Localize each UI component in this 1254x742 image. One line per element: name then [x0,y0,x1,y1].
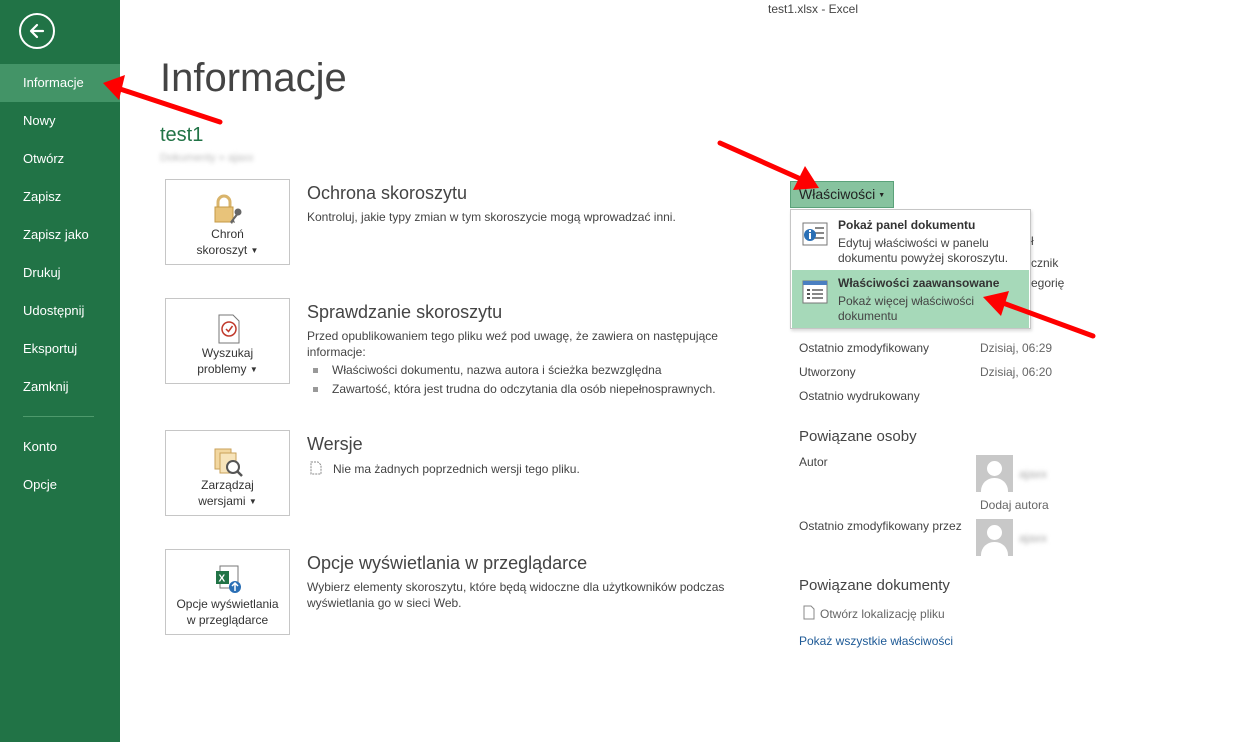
check-issues-label-2: problemy [197,362,247,376]
protect-workbook-button[interactable]: Chroń skoroszyt ▼ [165,179,290,265]
annotation-arrow-icon [103,75,223,125]
last-modified-label: Ostatnio zmodyfikowany [799,341,930,355]
inspect-title: Sprawdzanie skoroszytu [307,302,503,322]
open-file-location-link[interactable]: Otwórz lokalizację pliku [820,607,945,621]
nav-open[interactable]: Otwórz [0,140,120,178]
nav-export[interactable]: Eksportuj [0,330,120,368]
browser-view-label-1: Opcje wyświetlania [176,597,279,611]
nav-close[interactable]: Zamknij [0,368,120,406]
svg-text:X: X [219,574,226,585]
related-documents-heading: Powiązane dokumenty [799,577,950,594]
browser-view-icon: X [216,565,241,593]
document-location: Dokumenty » ajaxx [160,152,254,164]
nav-divider [23,416,94,417]
modified-by-avatar [976,519,1013,556]
versions-title: Wersje [307,434,363,454]
inspect-text: Przed opublikowaniem tego pliku weź pod … [307,329,718,359]
inspect-bullet: Zawartość, która jest trudna do odczytan… [313,382,716,396]
inspect-bullet: Właściwości dokumentu, nazwa autora i śc… [313,363,662,377]
manage-versions-button[interactable]: Zarządzaj wersjami ▼ [165,430,290,516]
modified-by-label: Ostatnio zmodyfikowany przez [799,519,962,533]
browser-view-label-2: w przeglądarce [186,613,269,627]
created-label: Utworzony [799,365,856,379]
protect-title: Ochrona skoroszytu [307,183,468,203]
check-issues-button[interactable]: Wyszukaj problemy ▼ [165,298,290,384]
inspect-bullet-text: Właściwości dokumentu, nazwa autora i śc… [332,363,662,377]
protect-label-1: Chroń [211,227,244,241]
created-value: Dzisiaj, 06:20 [980,365,1053,379]
lock-icon [214,194,242,224]
add-author-link[interactable]: Dodaj autora [980,498,1049,512]
versions-label-2: wersjami [198,494,246,508]
annotation-arrow-icon [717,140,819,190]
back-button[interactable] [19,13,55,49]
versions-icon [214,448,243,477]
document-icon [310,461,322,475]
menu-item-show-document-panel[interactable]: Pokaż panel dokumentu Edytuj właściwości… [792,212,1029,270]
browser-view-options-button[interactable]: X Opcje wyświetlania w przeglądarce [165,549,290,635]
nav-save[interactable]: Zapisz [0,178,120,216]
chevron-down-icon: ▼ [249,364,258,374]
protect-text: Kontroluj, jakie typy zmian w tym skoros… [307,210,676,224]
versions-label-1: Zarządzaj [201,478,254,492]
show-all-properties-link[interactable]: Pokaż wszystkie właściwości [799,634,953,648]
modified-by-name[interactable]: ajaxx [1019,531,1047,545]
inspect-bullet-text: Zawartość, która jest trudna do odczytan… [332,382,716,396]
window-title: test1.xlsx - Excel [768,2,859,16]
protect-label-2: skoroszyt [196,243,248,257]
author-label: Autor [799,455,828,469]
advanced-properties-icon [802,280,828,304]
nav-save-as[interactable]: Zapisz jako [0,216,120,254]
annotation-arrow-icon [983,291,1096,339]
last-printed-label: Ostatnio wydrukowany [799,389,920,403]
versions-text: Nie ma żadnych poprzednich wersji tego p… [333,462,580,476]
nav-share[interactable]: Udostępnij [0,292,120,330]
author-name[interactable]: ajaxx [1019,467,1047,481]
author-avatar [976,455,1013,492]
browser-view-text: Wybierz elementy skoroszytu, które będą … [307,580,725,610]
nav-print[interactable]: Drukuj [0,254,120,292]
nav-account[interactable]: Konto [0,428,120,466]
related-people-heading: Powiązane osoby [799,428,917,445]
back-arrow-icon [29,23,45,39]
menu-item-description: Edytuj właściwości w panelu dokumentu po… [838,236,1009,265]
inspect-icon [218,314,240,344]
chevron-down-icon: ▼ [878,191,886,199]
chevron-down-icon: ▼ [250,245,259,255]
chevron-down-icon: ▼ [248,496,257,506]
hidden-property-fragment: ł [1031,234,1034,248]
nav-options[interactable]: Opcje [0,466,120,504]
browser-view-title: Opcje wyświetlania w przeglądarce [307,553,588,573]
menu-item-title: Pokaż panel dokumentu [838,218,976,232]
file-icon [803,605,815,620]
document-panel-icon [802,222,828,246]
check-issues-label-1: Wyszukaj [201,346,254,360]
hidden-property-fragment: cznik [1031,256,1059,270]
